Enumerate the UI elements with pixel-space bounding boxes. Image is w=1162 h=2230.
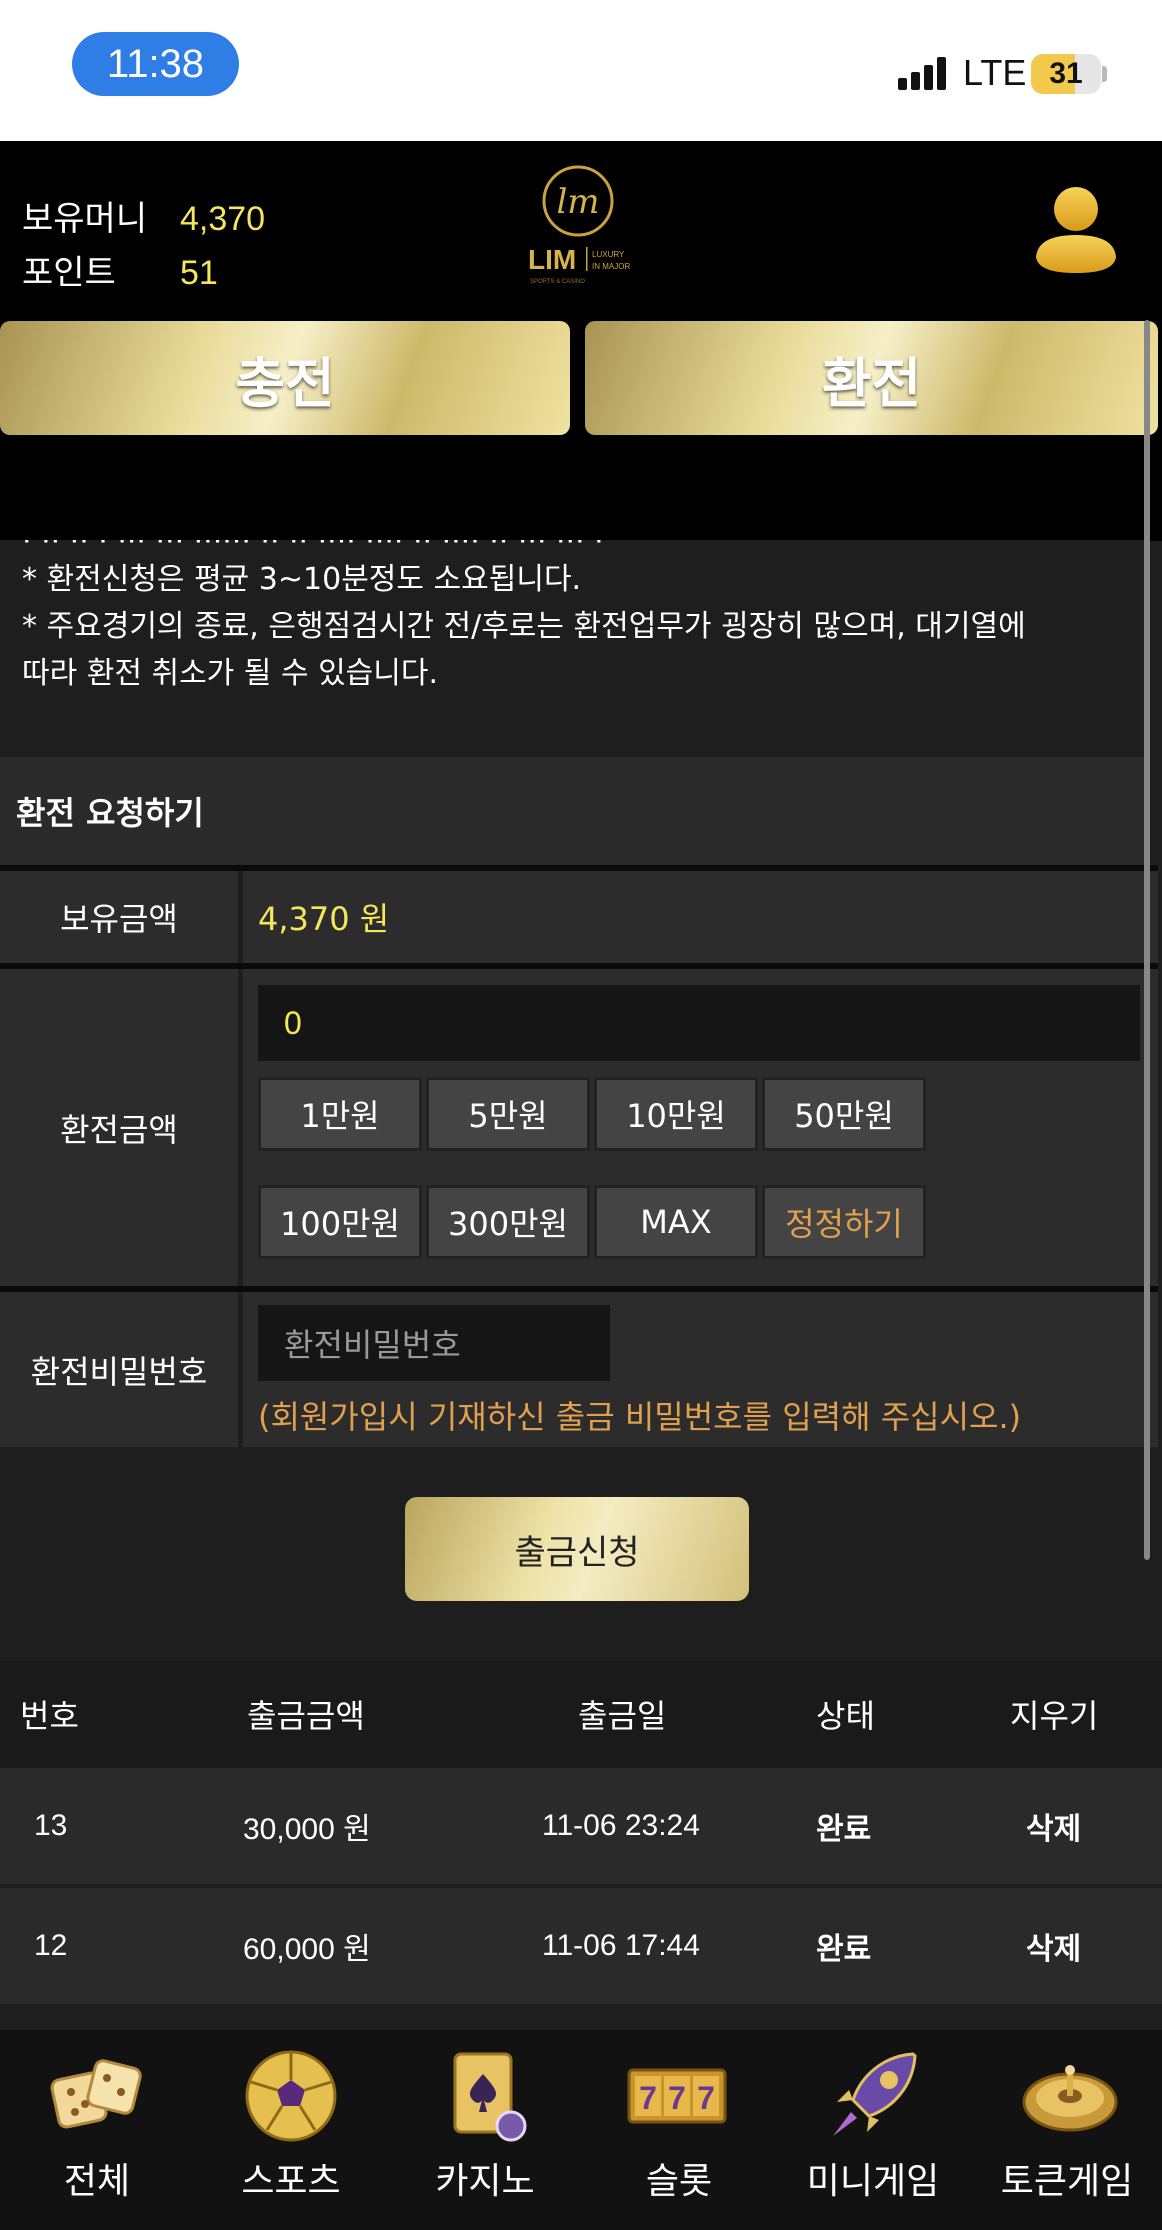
balance-row: 보유금액 4,370 원: [0, 871, 1158, 963]
nav-label: 토큰게임: [1000, 2161, 1134, 2202]
scrollbar[interactable]: [1144, 320, 1150, 1560]
rocket-icon: [833, 2052, 917, 2136]
svg-text:lm: lm: [556, 182, 599, 222]
nav-item-minigame[interactable]: 미니게임: [776, 2030, 970, 2230]
battery-icon: 31: [1031, 54, 1101, 94]
slot-777-icon: 7 7 7: [627, 2068, 727, 2124]
balance-value-cell: 4,370 원: [243, 871, 1158, 963]
money-label: 보유머니: [22, 199, 148, 239]
svg-text:7: 7: [697, 2080, 715, 2116]
nav-label: 카지노: [435, 2161, 535, 2202]
point-row: 포인트 51: [22, 245, 218, 294]
history-table-header: 번호 출금금액 출금일 상태 지우기: [0, 1661, 1162, 1767]
roulette-icon: [1022, 2065, 1118, 2132]
nav-label: 슬롯: [645, 2161, 713, 2202]
row-date: 11-06 17:44: [542, 1929, 700, 1962]
lim-logo[interactable]: lm LIM LUXURY IN MAJOR SPORTS & CASINO: [500, 161, 660, 291]
nav-item-slot[interactable]: 7 7 7 슬롯: [582, 2030, 776, 2230]
nav-label: 전체: [63, 2161, 131, 2202]
status-time: 11:38: [72, 32, 239, 96]
nav-item-all[interactable]: 전체: [0, 2030, 194, 2230]
amount-button-max[interactable]: MAX: [594, 1185, 758, 1259]
notice-cut-line: · ·· ·· · ··· ··· ······ ·· ·· ···· ····…: [22, 540, 604, 559]
balance-label: 보유금액: [0, 871, 238, 963]
money-row: 보유머니 4,370: [22, 191, 265, 240]
password-label: 환전비밀번호: [0, 1292, 238, 1447]
exchange-notice: · ·· ·· · ··· ··· ······ ·· ·· ···· ····…: [0, 540, 1148, 755]
amount-button-500k[interactable]: 50만원: [762, 1077, 926, 1151]
dice-icon: [50, 2059, 142, 2129]
col-number: 번호: [20, 1697, 79, 1735]
password-hint: (회원가입시 기재하신 출금 비밀번호를 입력해 주십시오.): [258, 1398, 1022, 1436]
battery-level: 31: [1049, 57, 1083, 90]
row-amount: 60,000 원: [243, 1933, 371, 1966]
battery-nub: [1102, 66, 1107, 82]
withdraw-submit-button[interactable]: 출금신청: [405, 1497, 749, 1601]
notice-line-3: 따라 환전 취소가 될 수 있습니다.: [22, 656, 439, 691]
amount-button-1m[interactable]: 100만원: [258, 1185, 422, 1259]
col-date: 출금일: [578, 1697, 667, 1735]
money-value: 4,370: [180, 200, 266, 238]
nav-label: 미니게임: [806, 2161, 940, 2202]
cards-icon: [453, 2052, 527, 2142]
table-row: 13 30,000 원 11-06 23:24 완료 삭제: [0, 1768, 1162, 1884]
row-delete-button[interactable]: 삭제: [1026, 1768, 1081, 1884]
withdraw-password-input[interactable]: 환전비밀번호: [258, 1305, 610, 1381]
row-number: 13: [34, 1809, 68, 1842]
svg-text:IN MAJOR: IN MAJOR: [592, 262, 630, 271]
row-number: 12: [34, 1929, 68, 1962]
tab-charge[interactable]: 충전: [0, 321, 570, 435]
balance-value: 4,370 원: [258, 900, 390, 938]
logo-text: LIM: [528, 244, 576, 275]
point-value: 51: [180, 254, 218, 292]
svg-text:SPORTS & CASINO: SPORTS & CASINO: [530, 279, 585, 285]
bottom-nav: 전체 스포츠 카지노 7 7 7 슬롯 미니게임 토큰게임: [0, 2030, 1162, 2230]
amount-button-3m[interactable]: 300만원: [426, 1185, 590, 1259]
svg-text:LUXURY: LUXURY: [592, 250, 625, 259]
amount-label: 환전금액: [0, 969, 238, 1286]
nav-item-sports[interactable]: 스포츠: [194, 2030, 388, 2230]
user-profile-icon[interactable]: [1034, 185, 1118, 275]
signal-icon: [898, 56, 954, 90]
row-status: 완료: [816, 1932, 872, 1967]
row-date: 11-06 23:24: [542, 1809, 700, 1842]
amount-button-50k[interactable]: 5만원: [426, 1077, 590, 1151]
amount-reset-button[interactable]: 정정하기: [762, 1185, 926, 1259]
site-header: 보유머니 4,370 포인트 51 lm LIM LUXURY IN MAJOR S…: [0, 141, 1162, 541]
section-title: 환전 요청하기: [0, 757, 1148, 865]
amount-input[interactable]: 0: [258, 985, 1140, 1061]
svg-text:7: 7: [639, 2080, 657, 2116]
row-delete-button[interactable]: 삭제: [1026, 1888, 1081, 2004]
table-row: 12 60,000 원 11-06 17:44 완료 삭제: [0, 1888, 1162, 2004]
amount-button-10k[interactable]: 1만원: [258, 1077, 422, 1151]
status-bar: 11:38 LTE 31: [0, 0, 1162, 141]
nav-label: 스포츠: [241, 2161, 341, 2202]
svg-text:7: 7: [668, 2080, 686, 2116]
nav-item-token-game[interactable]: 토큰게임: [970, 2030, 1162, 2230]
tab-exchange[interactable]: 환전: [585, 321, 1158, 435]
col-delete: 지우기: [1010, 1697, 1099, 1735]
point-label: 포인트: [22, 253, 116, 293]
nav-item-casino[interactable]: 카지노: [388, 2030, 582, 2230]
amount-button-100k[interactable]: 10만원: [594, 1077, 758, 1151]
col-amount: 출금금액: [247, 1697, 365, 1735]
row-amount: 30,000 원: [243, 1813, 371, 1846]
soccer-ball-icon: [245, 2050, 337, 2142]
notice-line-2: * 주요경기의 종료, 은행점검시간 전/후로는 환전업무가 굉장히 많으며, …: [22, 609, 1026, 644]
row-status: 완료: [816, 1812, 872, 1847]
network-type: LTE: [963, 52, 1027, 93]
col-status: 상태: [816, 1697, 875, 1735]
